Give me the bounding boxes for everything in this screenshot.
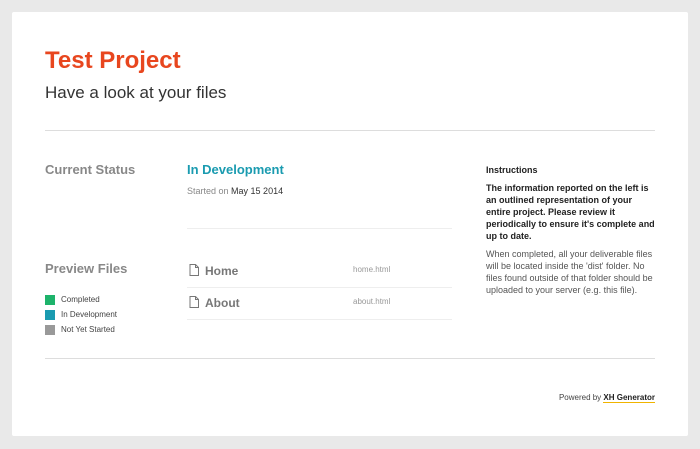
footer-divider (45, 358, 655, 359)
footer: Powered by XH Generator (559, 392, 655, 404)
file-path-about: about.html (353, 297, 391, 306)
file-path-home: home.html (353, 265, 391, 274)
legend-item-not-started: Not Yet Started (45, 322, 117, 337)
file-row-divider (187, 287, 452, 288)
legend-item-completed: Completed (45, 292, 117, 307)
file-row-divider (187, 319, 452, 320)
legend-label: In Development (61, 310, 118, 319)
generator-link[interactable]: XH Generator (603, 393, 655, 403)
status-divider (187, 228, 452, 229)
instructions-summary: The information reported on the left is … (486, 183, 655, 241)
preview-files-label: Preview Files (45, 261, 128, 276)
header-divider (45, 130, 655, 131)
file-row-home[interactable]: Home home.html (187, 262, 452, 282)
legend-label: Completed (61, 295, 100, 304)
started-prefix: Started on (187, 186, 229, 196)
legend-label: Not Yet Started (61, 325, 115, 334)
page-title: Test Project (45, 47, 181, 74)
powered-by-text: Powered by (558, 393, 602, 402)
started-date-text: Started on May 15 2014 (187, 185, 283, 197)
file-link-about[interactable]: About (205, 295, 240, 311)
instructions-panel: Instructions The information reported on… (486, 164, 656, 296)
not-started-swatch (45, 324, 55, 335)
instructions-title: Instructions (486, 165, 538, 175)
file-icon (189, 264, 199, 276)
file-link-home[interactable]: Home (205, 263, 238, 279)
legend-item-in-development: In Development (45, 307, 117, 322)
completed-swatch (45, 294, 55, 305)
status-value: In Development (187, 162, 284, 177)
instructions-details: When completed, all your deliverable fil… (486, 249, 653, 295)
file-row-about[interactable]: About about.html (187, 294, 452, 314)
project-card: Test Project Have a look at your files C… (12, 12, 688, 436)
file-icon (189, 296, 199, 308)
page-subtitle: Have a look at your files (45, 83, 227, 102)
started-date: May 15 2014 (231, 186, 284, 196)
current-status-label: Current Status (45, 162, 136, 177)
in-development-swatch (45, 309, 55, 320)
status-legend: Completed In Development Not Yet Started (45, 292, 117, 337)
